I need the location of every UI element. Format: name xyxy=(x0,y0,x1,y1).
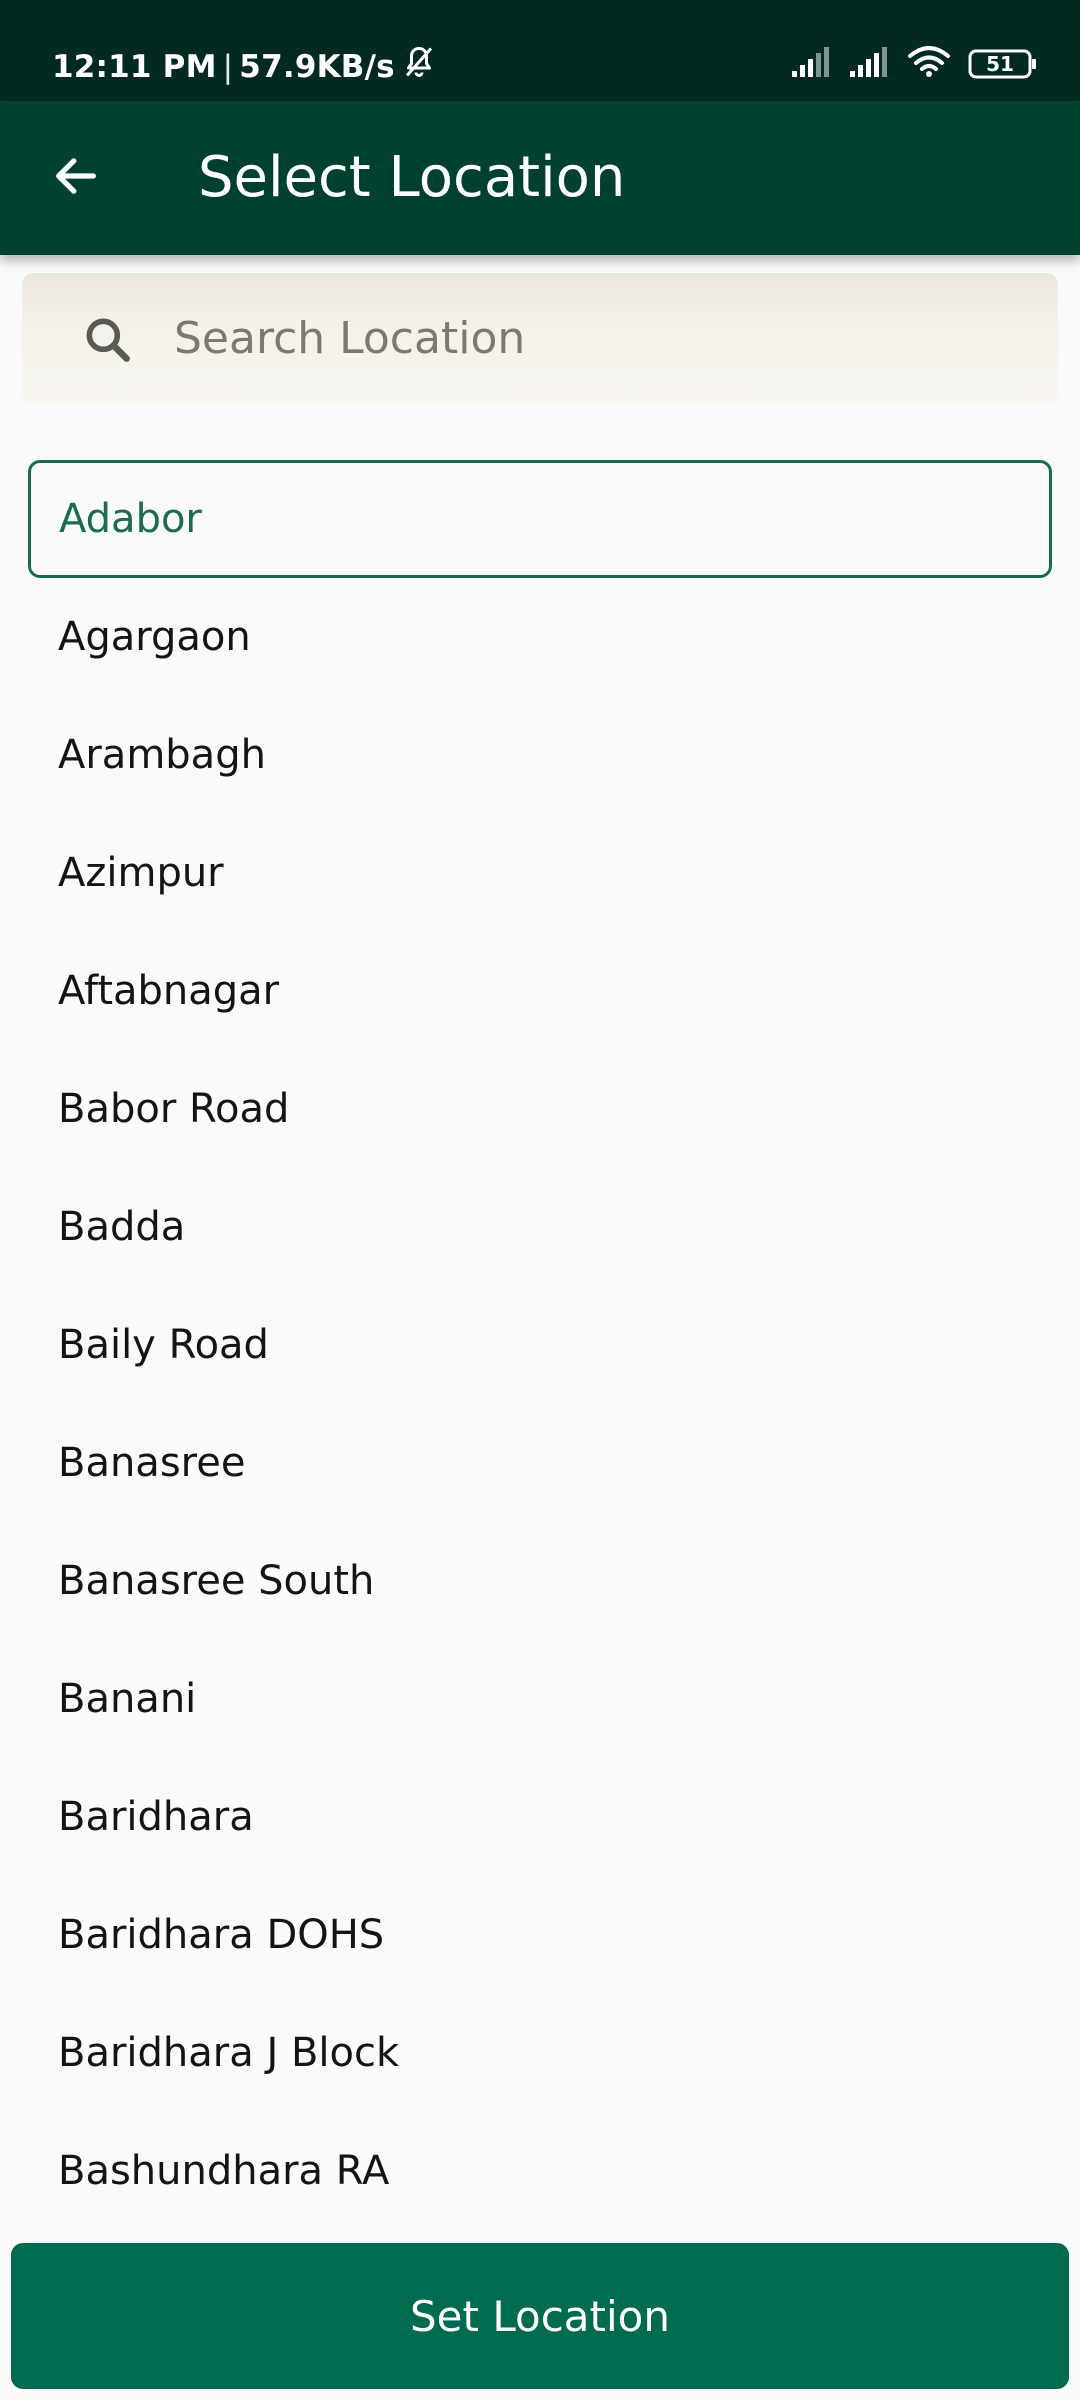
location-item[interactable]: Bashundhara RA xyxy=(0,2112,1080,2225)
search-box[interactable] xyxy=(22,273,1058,403)
location-list: Adabor Agargaon Arambagh Azimpur Aftabnagar B… xyxy=(0,460,1080,2225)
status-bar: 12:11 PM | 57.9KB/s 51 xyxy=(0,0,1080,101)
location-label: Arambagh xyxy=(58,732,266,778)
wifi-icon xyxy=(908,46,950,82)
location-label: Aftabnagar xyxy=(58,968,280,1014)
location-item[interactable]: Baridhara DOHS xyxy=(0,1876,1080,1994)
status-time: 12:11 PM xyxy=(52,49,217,85)
location-label: Badda xyxy=(58,1204,186,1250)
location-item[interactable]: Azimpur xyxy=(0,814,1080,932)
battery-icon: 51 xyxy=(968,48,1038,80)
location-item[interactable]: Baily Road xyxy=(0,1286,1080,1404)
status-left: 12:11 PM | 57.9KB/s xyxy=(52,44,437,90)
location-label: Baily Road xyxy=(58,1322,269,1368)
location-item[interactable]: Banasree xyxy=(0,1404,1080,1522)
app-bar: Select Location xyxy=(0,101,1080,255)
network-speed: 57.9KB/s xyxy=(239,49,395,85)
location-item[interactable]: Banasree South xyxy=(0,1522,1080,1640)
search-icon xyxy=(80,312,136,368)
location-label: Banasree xyxy=(58,1440,246,1486)
arrow-left-icon xyxy=(50,150,102,206)
location-item[interactable]: Arambagh xyxy=(0,696,1080,814)
location-label: Banani xyxy=(58,1676,197,1722)
back-button[interactable] xyxy=(36,138,116,218)
location-item[interactable]: Banani xyxy=(0,1640,1080,1758)
location-label: Baridhara xyxy=(58,1794,254,1840)
location-label: Bashundhara RA xyxy=(58,2148,390,2194)
page-title: Select Location xyxy=(198,145,626,210)
location-label: Banasree South xyxy=(58,1558,375,1604)
location-item[interactable]: Aftabnagar xyxy=(0,932,1080,1050)
location-item[interactable]: Baridhara J Block xyxy=(0,1994,1080,2112)
signal-icon xyxy=(850,47,890,81)
location-item[interactable]: Badda xyxy=(0,1168,1080,1286)
bell-muted-icon xyxy=(401,44,437,90)
location-item[interactable]: Babor Road xyxy=(0,1050,1080,1168)
location-label: Azimpur xyxy=(58,850,224,896)
location-item-selected[interactable]: Adabor xyxy=(28,460,1052,578)
signal-icon xyxy=(792,47,832,81)
status-separator: | xyxy=(222,49,234,85)
location-label: Babor Road xyxy=(58,1086,290,1132)
location-item[interactable]: Baridhara xyxy=(0,1758,1080,1876)
battery-level: 51 xyxy=(986,52,1014,76)
location-label: Adabor xyxy=(59,496,202,542)
location-item[interactable]: Agargaon xyxy=(0,578,1080,696)
set-location-button[interactable]: Set Location xyxy=(11,2243,1069,2389)
location-label: Baridhara DOHS xyxy=(58,1912,385,1958)
status-right: 51 xyxy=(792,44,1038,84)
search-input[interactable] xyxy=(174,298,1034,378)
location-label: Baridhara J Block xyxy=(58,2030,400,2076)
set-location-label: Set Location xyxy=(410,2291,670,2341)
location-label: Agargaon xyxy=(58,614,251,660)
